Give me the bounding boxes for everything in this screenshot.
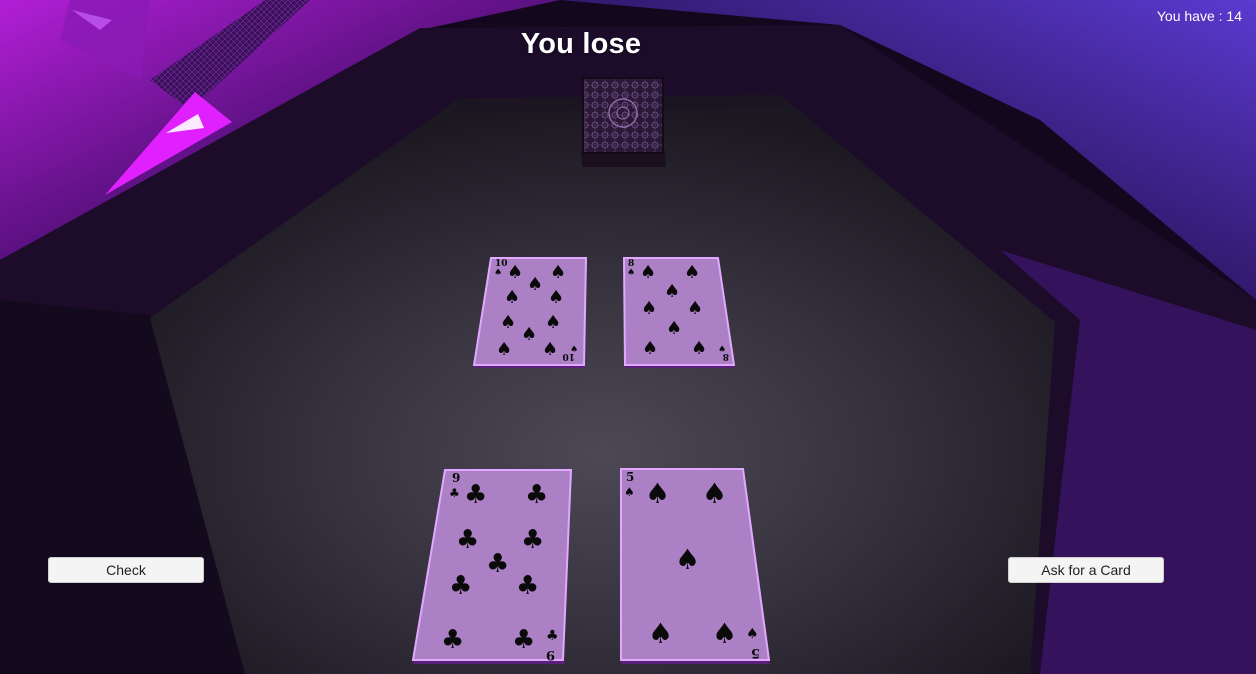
spade-icon: ♠ xyxy=(542,339,558,360)
spade-icon: ♠ xyxy=(496,339,512,360)
spade-icon: ♠ xyxy=(507,262,523,283)
club-icon: ♣ xyxy=(512,625,535,655)
spade-icon: ♠ xyxy=(627,268,635,278)
card-rank: 9 xyxy=(452,471,460,485)
spade-icon: ♠ xyxy=(648,617,673,650)
spade-icon: ♠ xyxy=(645,477,670,510)
card-rank-inverted: 10 xyxy=(562,351,575,361)
ask-for-card-button[interactable]: Ask for a Card xyxy=(1008,557,1164,583)
club-icon: ♣ xyxy=(449,486,460,500)
club-icon: ♣ xyxy=(449,571,472,601)
spade-icon: ♠ xyxy=(687,298,703,319)
dealer-card-1: 10 ♠ ♠ ♠ ♠ ♠ ♠ ♠ ♠ ♠ ♠ ♠ ♠ 10 xyxy=(472,257,588,368)
spade-icon: ♠ xyxy=(550,262,566,283)
spade-icon: ♠ xyxy=(691,338,707,359)
spade-icon: ♠ xyxy=(494,268,502,278)
check-button[interactable]: Check xyxy=(48,557,204,583)
spade-icon: ♠ xyxy=(527,274,543,295)
card-rank-inverted: 8 xyxy=(723,351,729,361)
player-card-2: 5 ♠ ♠ ♠ ♠ ♠ ♠ ♠ 5 xyxy=(620,468,771,664)
club-icon: ♣ xyxy=(546,628,559,644)
spade-icon: ♠ xyxy=(624,485,635,499)
spade-icon: ♠ xyxy=(684,262,700,283)
club-icon: ♣ xyxy=(464,480,487,510)
club-icon: ♣ xyxy=(521,525,544,555)
spade-icon: ♠ xyxy=(666,318,682,339)
spade-icon: ♠ xyxy=(664,281,680,302)
spade-icon: ♠ xyxy=(641,298,657,319)
club-icon: ♣ xyxy=(486,549,509,579)
card-rank-inverted: 9 xyxy=(546,647,555,662)
card-rank-inverted: 5 xyxy=(751,645,760,660)
card-rank: 5 xyxy=(626,470,634,484)
dealer-card-2: 8 ♠ ♠ ♠ ♠ ♠ ♠ ♠ ♠ ♠ ♠ 8 xyxy=(622,257,736,368)
spade-icon: ♠ xyxy=(675,543,700,576)
spade-icon: ♠ xyxy=(746,626,759,642)
card-deck[interactable] xyxy=(581,77,666,167)
spade-icon: ♠ xyxy=(500,312,516,333)
score-readout: You have : 14 xyxy=(1156,8,1242,24)
spade-icon: ♠ xyxy=(640,262,656,283)
spade-icon: ♠ xyxy=(521,324,537,345)
spade-icon: ♠ xyxy=(545,312,561,333)
spade-icon: ♠ xyxy=(702,477,727,510)
spade-icon: ♠ xyxy=(642,338,658,359)
spade-icon: ♠ xyxy=(548,287,564,308)
club-icon: ♣ xyxy=(441,625,464,655)
club-icon: ♣ xyxy=(456,525,479,555)
spade-icon: ♠ xyxy=(712,617,737,650)
club-icon: ♣ xyxy=(516,571,539,601)
spade-icon: ♠ xyxy=(504,287,520,308)
result-title: You lose xyxy=(520,28,642,60)
club-icon: ♣ xyxy=(525,480,548,510)
